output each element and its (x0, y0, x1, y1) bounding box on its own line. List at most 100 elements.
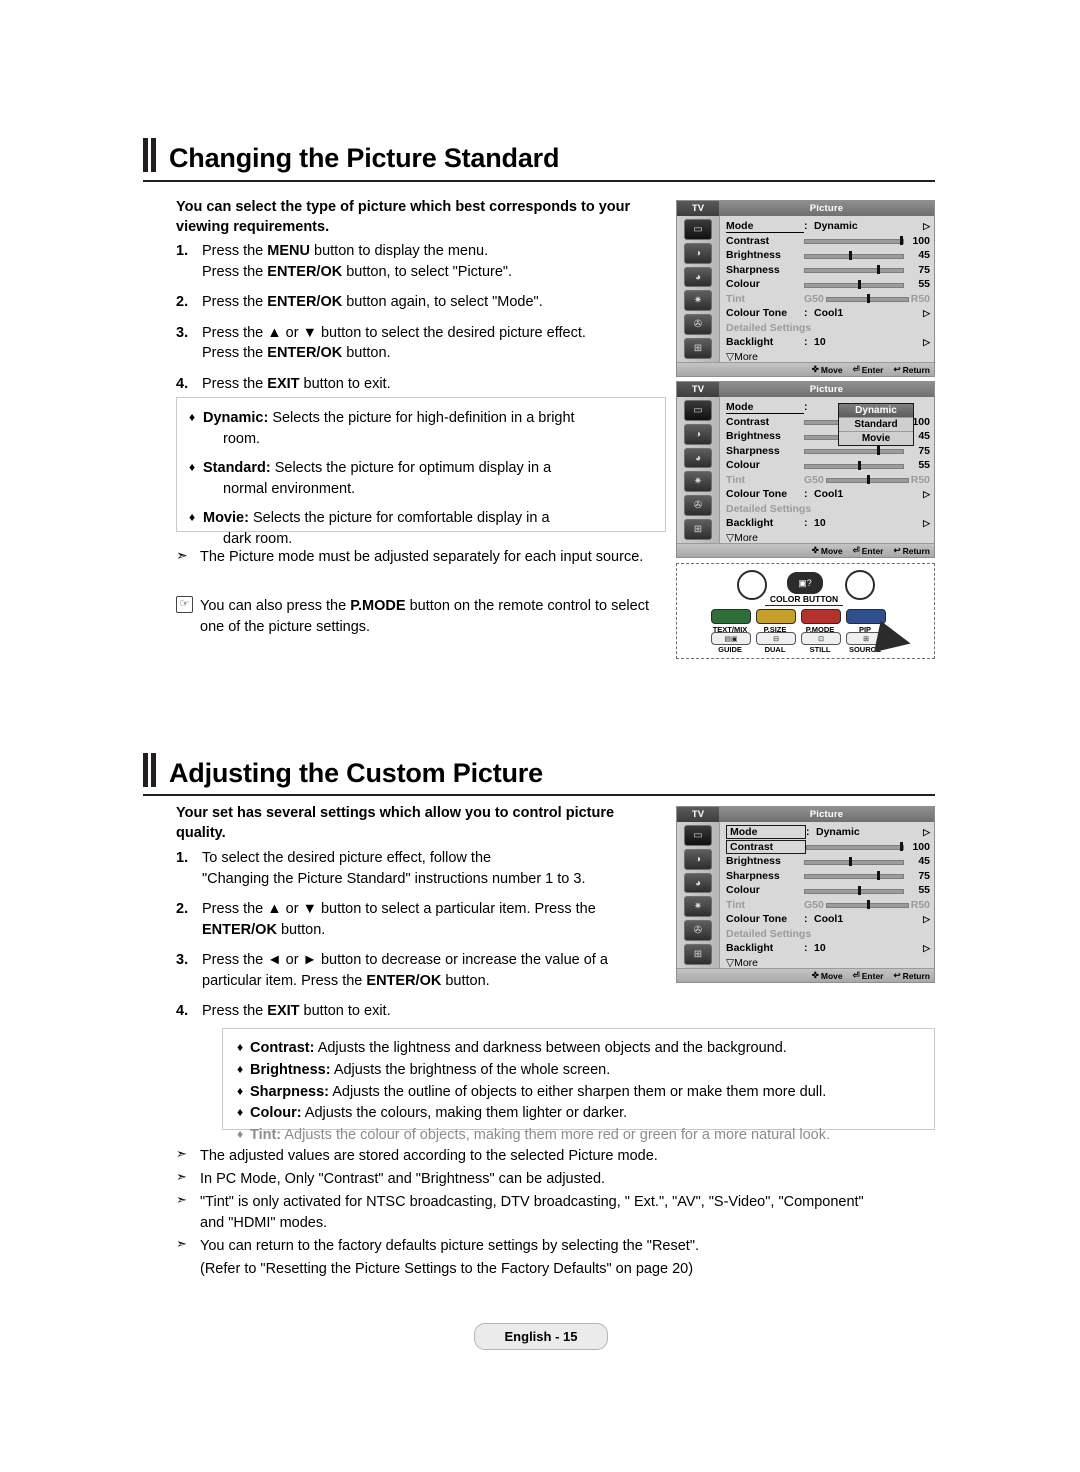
osd-row-tint: Tint G50 R50 (726, 898, 930, 913)
channel-icon[interactable]: ✷ (684, 290, 712, 312)
step-text: Press the ◄ or ► button to decrease or i… (202, 952, 608, 989)
osd-row-colour[interactable]: Colour 55 (726, 883, 930, 898)
setup-icon[interactable]: ✇ (684, 314, 712, 336)
osd-more-label: ▽More (726, 350, 759, 363)
description-text: Contrast: Adjusts the lightness and dark… (250, 1038, 920, 1060)
osd-row-sharpness[interactable]: Sharpness 75 (726, 869, 930, 884)
osd-row-label: Colour Tone (726, 307, 788, 320)
brightness-slider[interactable] (804, 250, 904, 260)
bullet-item: ♦ Dynamic: Selects the picture for high-… (189, 408, 653, 449)
osd-row-value: Cool1 (814, 488, 844, 501)
description-term: Contrast: (250, 1040, 315, 1056)
osd-row-label: Colour Tone (726, 488, 788, 501)
diamond-icon: ♦ (237, 1061, 244, 1076)
picture-icon[interactable]: ◑ (684, 242, 712, 264)
osd-row-detailed-settings: Detailed Settings (726, 502, 930, 517)
osd-row-label: Detailed Settings (726, 321, 812, 334)
osd-move: ✜ Move (811, 970, 843, 981)
colour-slider[interactable] (804, 460, 904, 470)
input-icon[interactable]: ▭ (684, 400, 712, 421)
step-number: 4. (176, 375, 189, 392)
osd-row-colour-tone[interactable]: Colour Tone : Cool1 ▷ (726, 487, 930, 502)
osd-row-value: 55 (918, 459, 930, 472)
bullet-item: ♦ Standard: Selects the picture for opti… (189, 458, 653, 499)
picture-icon[interactable]: ◑ (684, 423, 712, 445)
input-source-icon[interactable]: ⊞ (684, 944, 712, 965)
osd-row-more[interactable]: ▽More (726, 350, 930, 365)
osd-row-label: Sharpness (726, 444, 780, 457)
osd-row-brightness[interactable]: Brightness 45 (726, 854, 930, 869)
osd-row-more[interactable]: ▽More (726, 531, 930, 546)
osd-row-contrast[interactable]: Contrast 100 (726, 839, 930, 855)
remote-icon: ☞ (176, 596, 200, 637)
colour-slider[interactable] (804, 885, 904, 895)
osd-row-label: Contrast (726, 839, 806, 854)
dropdown-item-movie[interactable]: Movie (839, 432, 913, 445)
remote-label-guide: GUIDE (718, 645, 742, 654)
description-text: Brightness: Adjusts the brightness of th… (250, 1060, 920, 1082)
osd-icon-column: ▭ ◑ ◕ ✷ ✇ ⊞ (677, 397, 720, 543)
tint-right-label: R50 (910, 292, 930, 305)
osd-row-mode[interactable]: Mode : Dynamic ▷ (726, 825, 930, 840)
sharpness-slider[interactable] (804, 871, 904, 881)
section-2-notes: ➣ The adjusted values are stored accordi… (176, 1146, 876, 1280)
channel-icon[interactable]: ✷ (684, 471, 712, 493)
osd-row-contrast[interactable]: Contrast 100 (726, 234, 930, 249)
section-1-rule (143, 180, 935, 182)
tint-right-label: R50 (910, 473, 930, 486)
osd-row-mode[interactable]: Mode : Dynamic ▷ (726, 219, 930, 234)
input-source-icon[interactable]: ⊞ (684, 338, 712, 359)
osd-row-colour-tone[interactable]: Colour Tone : Cool1 ▷ (726, 912, 930, 927)
osd-row-label: Colour (726, 278, 760, 291)
step-number: 3. (176, 324, 189, 341)
osd-row-backlight[interactable]: Backlight : 10 ▷ (726, 941, 930, 956)
brightness-slider[interactable] (804, 856, 904, 866)
osd-rows: Mode : Dynamic ▷ Contrast 100 Brightness… (720, 822, 934, 971)
sharpness-slider[interactable] (804, 265, 904, 275)
input-icon[interactable]: ▭ (684, 825, 712, 846)
input-source-icon[interactable]: ⊞ (684, 519, 712, 540)
osd-title: Picture (809, 384, 844, 395)
colour-slider[interactable] (804, 279, 904, 289)
osd-row-value: Cool1 (814, 913, 844, 926)
setup-icon[interactable]: ✇ (684, 920, 712, 942)
bullet-desc: Selects the picture for optimum display … (274, 460, 552, 477)
osd-title: Picture (809, 809, 844, 820)
step-item: 1. To select the desired picture effect,… (176, 848, 656, 889)
osd-row-sharpness[interactable]: Sharpness 75 (726, 263, 930, 278)
input-icon[interactable]: ▭ (684, 219, 712, 240)
osd-row-colour-tone[interactable]: Colour Tone : Cool1 ▷ (726, 306, 930, 321)
contrast-slider[interactable] (806, 842, 904, 852)
sharpness-slider[interactable] (804, 446, 904, 456)
picture-mode-bullets: ♦ Dynamic: Selects the picture for high-… (176, 397, 666, 547)
osd-row-more[interactable]: ▽More (726, 956, 930, 971)
osd-row-colour[interactable]: Colour 55 (726, 458, 930, 473)
osd-panel-picture-2: TV Picture ▭ ◑ ◕ ✷ ✇ ⊞ Mode : Contrast 1… (676, 381, 935, 558)
osd-tv-label: TV (677, 382, 719, 397)
contrast-slider[interactable] (804, 236, 904, 246)
description-term: Brightness: (250, 1061, 331, 1078)
sound-icon[interactable]: ◕ (684, 266, 712, 288)
mode-dropdown[interactable]: Dynamic Standard Movie (838, 403, 914, 446)
heading-bars (143, 138, 159, 172)
step-item: 1. Press the MENU button to display the … (176, 241, 656, 282)
osd-row-colour[interactable]: Colour 55 (726, 277, 930, 292)
channel-icon[interactable]: ✷ (684, 896, 712, 918)
setup-icon[interactable]: ✇ (684, 495, 712, 517)
osd-row-brightness[interactable]: Brightness 45 (726, 248, 930, 263)
osd-body: ▭ ◑ ◕ ✷ ✇ ⊞ Mode : Dynamic ▷ Contrast 10… (677, 216, 934, 365)
osd-row-backlight[interactable]: Backlight : 10 ▷ (726, 516, 930, 531)
osd-row-label: Tint (726, 898, 746, 911)
osd-footer: ✜ Move ⏎ Enter ↩ Return (677, 968, 934, 982)
osd-row-value: 75 (918, 444, 930, 457)
osd-row-backlight[interactable]: Backlight : 10 ▷ (726, 335, 930, 350)
sound-icon[interactable]: ◕ (684, 447, 712, 469)
step-number: 3. (176, 952, 189, 969)
sound-icon[interactable]: ◕ (684, 872, 712, 894)
dropdown-item-dynamic[interactable]: Dynamic (839, 404, 913, 418)
note-text: In PC Mode, Only "Contrast" and "Brightn… (200, 1171, 606, 1188)
remote-guide-key: ▤▣ (711, 632, 751, 645)
dropdown-item-standard[interactable]: Standard (839, 418, 913, 432)
picture-icon[interactable]: ◑ (684, 848, 712, 870)
osd-row-value: Dynamic (816, 826, 860, 839)
